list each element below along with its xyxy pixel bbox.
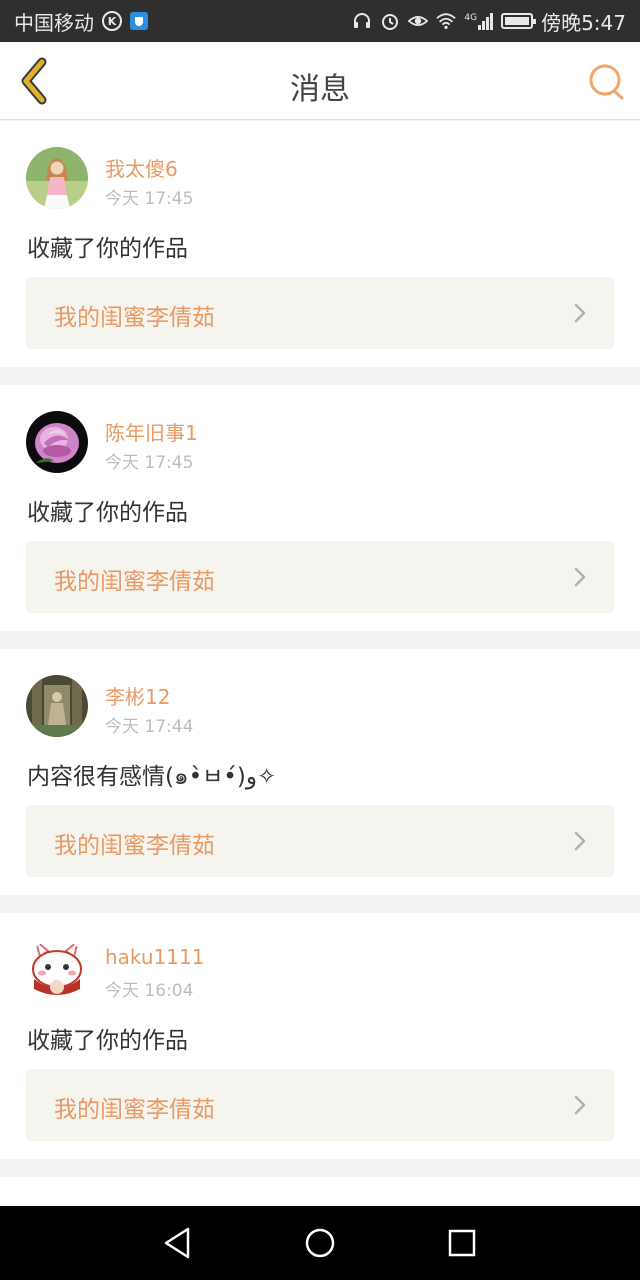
search-icon[interactable] [586,62,626,102]
work-title: 我的闺蜜李倩茹 [54,1097,215,1123]
recents-square-icon[interactable] [442,1223,482,1263]
username[interactable]: 我太傻6 [105,153,178,182]
system-nav-bar [0,1206,640,1280]
battery-icon [501,13,537,29]
work-link[interactable]: 我的闺蜜李倩茹 [26,1069,614,1141]
headset-icon [354,13,371,28]
work-link[interactable]: 我的闺蜜李倩茹 [26,277,614,349]
work-title: 我的闺蜜李倩茹 [54,305,215,331]
message-text: 收藏了你的作品 [27,1028,188,1054]
chevron-right-icon [574,1095,586,1115]
avatar[interactable] [26,411,88,473]
alarm-icon [382,14,399,30]
avatar[interactable] [26,147,88,209]
wifi-icon [436,13,457,29]
message-list: 我太傻6 今天 17:45 收藏了你的作品 我的闺蜜李倩茹 陈年旧事1 今天 1… [0,121,640,1235]
status-bar: 中国移动 K 4G 傍晚5:47 [0,0,640,42]
message-card: 李彬12 今天 17:44 内容很有感情(๑•̀ㅂ•́)و✧ 我的闺蜜李倩茹 [0,649,640,895]
back-triangle-icon[interactable] [158,1223,198,1263]
eye-icon [408,16,429,26]
avatar[interactable] [26,675,88,737]
username[interactable]: 李彬12 [105,681,170,710]
signal-icon: 4G [464,12,494,30]
message-card: haku1111 今天 16:04 收藏了你的作品 我的闺蜜李倩茹 [0,913,640,1159]
message-text: 收藏了你的作品 [27,500,188,526]
page-title: 消息 [290,72,350,107]
username[interactable]: haku1111 [105,945,204,969]
carrier-label: 中国移动 [14,10,94,35]
username[interactable]: 陈年旧事1 [105,417,198,446]
work-title: 我的闺蜜李倩茹 [54,833,215,859]
clock-label: 傍晚5:47 [541,10,626,35]
work-link[interactable]: 我的闺蜜李倩茹 [26,805,614,877]
message-text: 收藏了你的作品 [27,236,188,262]
network-type-label: 4G [464,12,478,23]
work-link[interactable]: 我的闺蜜李倩茹 [26,541,614,613]
shield-app-icon [130,12,148,30]
timestamp: 今天 17:44 [105,717,194,737]
chevron-right-icon [574,831,586,851]
timestamp: 今天 17:45 [105,453,194,473]
message-card: 我太傻6 今天 17:45 收藏了你的作品 我的闺蜜李倩茹 [0,121,640,367]
header-bar: 消息 [0,42,640,120]
avatar[interactable] [26,939,88,1001]
timestamp: 今天 16:04 [105,981,194,1001]
home-circle-icon[interactable] [300,1223,340,1263]
k-circle-icon: K [102,11,122,31]
work-title: 我的闺蜜李倩茹 [54,569,215,595]
chevron-right-icon [574,303,586,323]
message-card: 陈年旧事1 今天 17:45 收藏了你的作品 我的闺蜜李倩茹 [0,385,640,631]
chevron-right-icon [574,567,586,587]
message-text: 内容很有感情(๑•̀ㅂ•́)و✧ [27,764,277,790]
timestamp: 今天 17:45 [105,189,194,209]
